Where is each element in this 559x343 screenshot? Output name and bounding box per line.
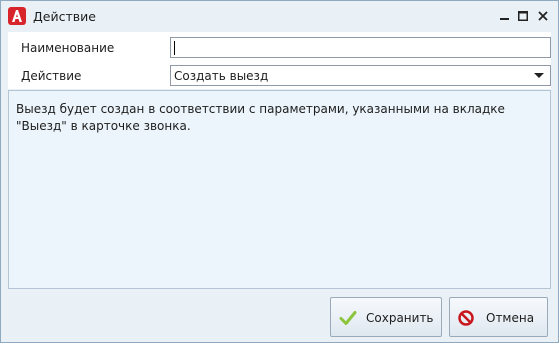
close-icon xyxy=(538,11,548,21)
form-panel: Наименование Действие Создать выезд xyxy=(8,32,551,89)
checkmark-icon xyxy=(339,309,357,327)
info-panel: Выезд будет создан в соответствии с пара… xyxy=(8,90,551,289)
name-input[interactable] xyxy=(170,37,551,58)
cancel-button-label: Отмена xyxy=(486,311,535,325)
cancel-icon xyxy=(457,309,475,327)
name-label: Наименование xyxy=(21,41,115,55)
maximize-icon xyxy=(518,11,528,21)
info-text: Выезд будет создан в соответствии с пара… xyxy=(16,102,505,133)
minimize-button[interactable] xyxy=(496,6,514,26)
minimize-icon xyxy=(500,11,510,21)
action-label: Действие xyxy=(21,69,82,83)
action-select-value: Создать выезд xyxy=(174,69,269,83)
text-caret xyxy=(174,41,175,55)
title-bar[interactable]: Действие xyxy=(1,1,558,32)
save-button[interactable]: Сохранить xyxy=(330,297,442,337)
save-button-label: Сохранить xyxy=(366,311,434,325)
chevron-down-icon[interactable] xyxy=(534,73,544,78)
app-logo-icon xyxy=(8,7,26,25)
window-title: Действие xyxy=(33,9,96,24)
action-select[interactable]: Создать выезд xyxy=(170,65,551,86)
cancel-button[interactable]: Отмена xyxy=(449,297,548,337)
close-button[interactable] xyxy=(534,6,552,26)
dialog-window: Действие Наименование Действие Создать в… xyxy=(0,0,559,343)
maximize-button[interactable] xyxy=(514,6,532,26)
